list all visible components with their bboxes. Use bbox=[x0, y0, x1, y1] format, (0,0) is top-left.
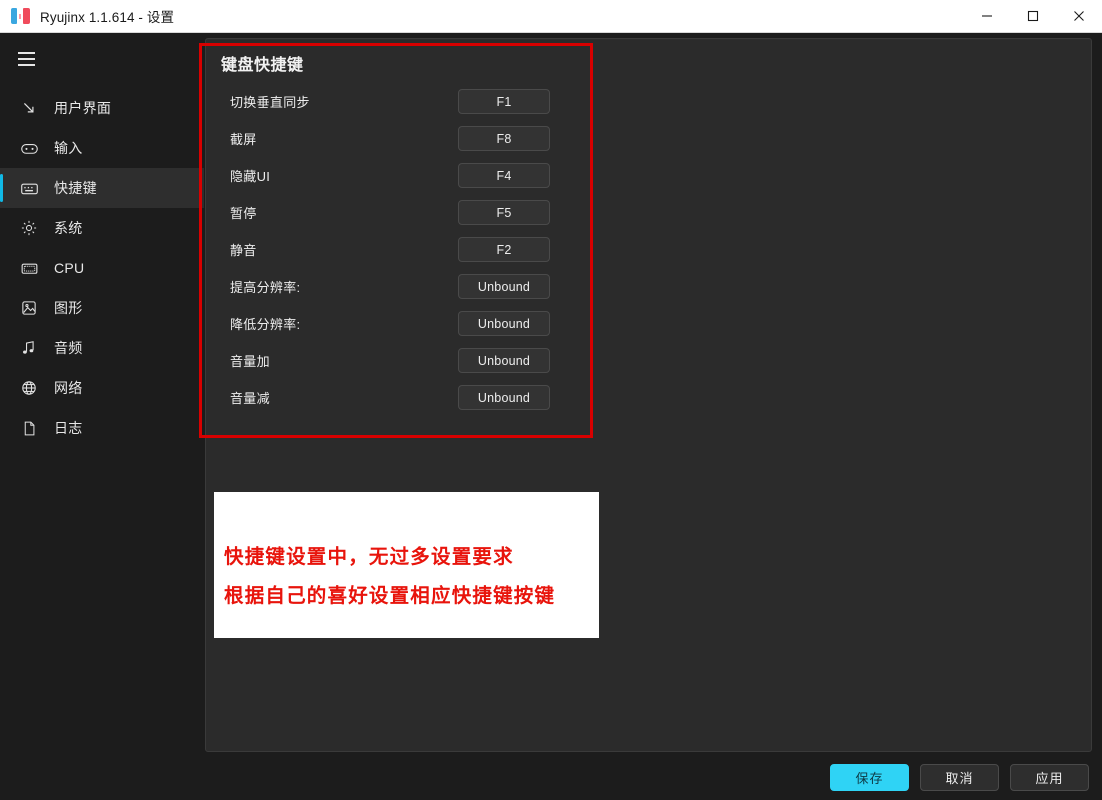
settings-window: Ryujinx 1.1.614 - 设置 用户界面 输入 快捷键 系统 CPU … bbox=[0, 0, 1102, 800]
sidebar: 用户界面 输入 快捷键 系统 CPU 图形 音频 网络 日志 bbox=[0, 33, 204, 800]
close-icon[interactable] bbox=[1056, 0, 1102, 33]
sidebar-item-label: 日志 bbox=[54, 420, 83, 436]
hotkey-label: 降低分辨率: bbox=[230, 317, 301, 332]
hotkey-row: 截屏 F8 bbox=[206, 120, 1091, 157]
sidebar-item-label: 输入 bbox=[54, 140, 83, 156]
hotkey-bind-button[interactable]: Unbound bbox=[458, 311, 550, 336]
hotkey-row: 音量减 Unbound bbox=[206, 379, 1091, 416]
sidebar-item-network[interactable]: 网络 bbox=[0, 368, 204, 408]
settings-panel: 键盘快捷键 切换垂直同步 F1 截屏 F8 隐藏UI F4 暂停 F5 静音 F… bbox=[205, 38, 1092, 752]
hotkey-bind-button[interactable]: F1 bbox=[458, 89, 550, 114]
sidebar-item-label: CPU bbox=[54, 260, 85, 276]
apply-button[interactable]: 应用 bbox=[1010, 763, 1089, 791]
hotkey-row: 切换垂直同步 F1 bbox=[206, 83, 1091, 120]
hotkey-row: 降低分辨率: Unbound bbox=[206, 305, 1091, 342]
hotkey-label: 提高分辨率: bbox=[230, 280, 301, 295]
sidebar-item-system[interactable]: 系统 bbox=[0, 208, 204, 248]
hamburger-icon[interactable] bbox=[0, 39, 204, 79]
hotkey-label: 静音 bbox=[230, 243, 257, 258]
ryujinx-logo-icon bbox=[11, 8, 31, 24]
hotkey-row: 静音 F2 bbox=[206, 231, 1091, 268]
sidebar-item-label: 用户界面 bbox=[54, 100, 112, 116]
document-icon bbox=[18, 417, 40, 439]
maximize-icon[interactable] bbox=[1010, 0, 1056, 33]
hotkey-label: 隐藏UI bbox=[230, 169, 271, 184]
annotation-note-line: 根据自己的喜好设置相应快捷键按键 bbox=[224, 584, 556, 607]
hotkey-row: 暂停 F5 bbox=[206, 194, 1091, 231]
save-button[interactable]: 保存 bbox=[830, 763, 909, 791]
sidebar-item-label: 系统 bbox=[54, 220, 83, 236]
keyboard-icon bbox=[18, 177, 40, 199]
image-icon bbox=[18, 297, 40, 319]
hotkey-list: 切换垂直同步 F1 截屏 F8 隐藏UI F4 暂停 F5 静音 F2 提高分辨… bbox=[206, 83, 1091, 416]
hotkey-label: 切换垂直同步 bbox=[230, 95, 310, 110]
sidebar-item-audio[interactable]: 音频 bbox=[0, 328, 204, 368]
sidebar-item-label: 快捷键 bbox=[54, 180, 97, 196]
sidebar-item-label: 网络 bbox=[54, 380, 83, 396]
sidebar-item-label: 图形 bbox=[54, 300, 83, 316]
content-area: 键盘快捷键 切换垂直同步 F1 截屏 F8 隐藏UI F4 暂停 F5 静音 F… bbox=[204, 33, 1102, 800]
hotkey-label: 暂停 bbox=[230, 206, 257, 221]
globe-icon bbox=[18, 377, 40, 399]
sidebar-item-cpu[interactable]: CPU bbox=[0, 248, 204, 288]
hotkey-row: 提高分辨率: Unbound bbox=[206, 268, 1091, 305]
cpu-chip-icon bbox=[18, 257, 40, 279]
hotkey-bind-button[interactable]: F4 bbox=[458, 163, 550, 188]
music-note-icon bbox=[18, 337, 40, 359]
hotkey-bind-button[interactable]: Unbound bbox=[458, 348, 550, 373]
hotkey-bind-button[interactable]: Unbound bbox=[458, 274, 550, 299]
cancel-button[interactable]: 取消 bbox=[920, 763, 999, 791]
window-title: Ryujinx 1.1.614 - 设置 bbox=[40, 10, 175, 25]
minimize-icon[interactable] bbox=[964, 0, 1010, 33]
hotkey-label: 音量减 bbox=[230, 391, 270, 406]
title-bar: Ryujinx 1.1.614 - 设置 bbox=[0, 0, 1102, 33]
hotkey-bind-button[interactable]: F8 bbox=[458, 126, 550, 151]
hotkey-bind-button[interactable]: F2 bbox=[458, 237, 550, 262]
annotation-note: 快捷键设置中，无过多设置要求 根据自己的喜好设置相应快捷键按键 bbox=[214, 492, 599, 638]
window-body: 用户界面 输入 快捷键 系统 CPU 图形 音频 网络 日志 键盘快捷键 切换垂… bbox=[0, 33, 1102, 800]
sidebar-item-label: 音频 bbox=[54, 340, 83, 356]
hotkey-bind-button[interactable]: F5 bbox=[458, 200, 550, 225]
hotkey-label: 截屏 bbox=[230, 132, 257, 147]
hotkey-row: 隐藏UI F4 bbox=[206, 157, 1091, 194]
page-title: 键盘快捷键 bbox=[221, 57, 304, 74]
sidebar-item-graphics[interactable]: 图形 bbox=[0, 288, 204, 328]
ui-arrow-icon bbox=[18, 97, 40, 119]
sidebar-item-logging[interactable]: 日志 bbox=[0, 408, 204, 448]
hotkey-bind-button[interactable]: Unbound bbox=[458, 385, 550, 410]
gear-icon bbox=[18, 217, 40, 239]
hotkey-row: 音量加 Unbound bbox=[206, 342, 1091, 379]
gamepad-icon bbox=[18, 137, 40, 159]
annotation-note-line: 快捷键设置中，无过多设置要求 bbox=[224, 544, 514, 568]
footer-actions: 保存 取消 应用 bbox=[205, 754, 1092, 800]
sidebar-item-hotkeys[interactable]: 快捷键 bbox=[0, 168, 204, 208]
sidebar-item-input[interactable]: 输入 bbox=[0, 128, 204, 168]
hotkey-label: 音量加 bbox=[230, 354, 270, 369]
sidebar-item-ui[interactable]: 用户界面 bbox=[0, 88, 204, 128]
